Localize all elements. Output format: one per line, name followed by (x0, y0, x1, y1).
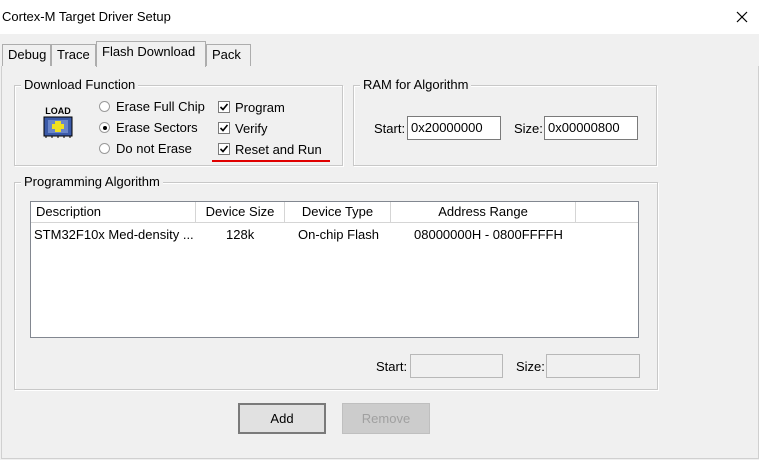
erase-full-chip-radio[interactable] (99, 101, 110, 112)
verify-label: Verify (235, 121, 268, 136)
checkmark-icon (219, 103, 229, 111)
tab-pack[interactable]: Pack (206, 44, 251, 66)
algo-start-input[interactable] (410, 354, 503, 378)
annotation-underline-reset (212, 160, 330, 162)
algo-size-label: Size: (516, 359, 545, 374)
algorithm-list[interactable]: Description Device Size Device Type Addr… (30, 201, 639, 338)
algo-size-input[interactable] (546, 354, 640, 378)
column-header-empty (576, 202, 638, 223)
column-header-device-size[interactable]: Device Size (196, 202, 285, 223)
reset-and-run-label: Reset and Run (235, 142, 322, 157)
ram-for-algorithm-label: RAM for Algorithm (360, 77, 472, 92)
ram-size-label: Size: (514, 121, 543, 136)
ram-start-input[interactable]: 0x20000000 (407, 116, 501, 140)
do-not-erase-radio[interactable] (99, 143, 110, 154)
column-header-description[interactable]: Description (31, 202, 196, 223)
close-button[interactable] (725, 0, 759, 34)
erase-sectors-radio[interactable] (99, 122, 110, 133)
add-button[interactable]: Add (238, 403, 326, 434)
programming-algorithm-label: Programming Algorithm (21, 174, 163, 189)
algo-start-label: Start: (376, 359, 408, 374)
row-device-size: 128k (226, 227, 255, 242)
ram-start-label: Start: (374, 121, 406, 136)
program-label: Program (235, 100, 285, 115)
program-checkbox[interactable] (218, 101, 230, 113)
row-address-range: 08000000H - 0800FFFFH (414, 227, 563, 242)
verify-checkbox[interactable] (218, 122, 230, 134)
title-bar: Cortex-M Target Driver Setup (0, 0, 759, 34)
erase-full-chip-label: Erase Full Chip (116, 99, 205, 114)
close-icon (736, 11, 748, 23)
erase-sectors-label: Erase Sectors (116, 120, 198, 135)
tab-debug[interactable]: Debug (2, 44, 51, 66)
row-device-type: On-chip Flash (298, 227, 379, 242)
tab-flash-download[interactable]: Flash Download (96, 41, 206, 67)
load-icon-text: LOAD (45, 106, 71, 116)
download-function-label: Download Function (21, 77, 139, 92)
window-title: Cortex-M Target Driver Setup (2, 9, 171, 24)
load-icon: LOAD (42, 104, 74, 138)
do-not-erase-label: Do not Erase (116, 141, 192, 156)
tab-trace[interactable]: Trace (51, 44, 96, 66)
row-description: STM32F10x Med-density ... (34, 227, 194, 242)
remove-button[interactable]: Remove (342, 403, 430, 434)
checkmark-icon (219, 124, 229, 132)
column-header-device-type[interactable]: Device Type (285, 202, 391, 223)
column-header-address-range[interactable]: Address Range (391, 202, 576, 223)
reset-and-run-checkbox[interactable] (218, 143, 230, 155)
ram-size-input[interactable]: 0x00000800 (544, 116, 638, 140)
checkmark-icon (219, 145, 229, 153)
